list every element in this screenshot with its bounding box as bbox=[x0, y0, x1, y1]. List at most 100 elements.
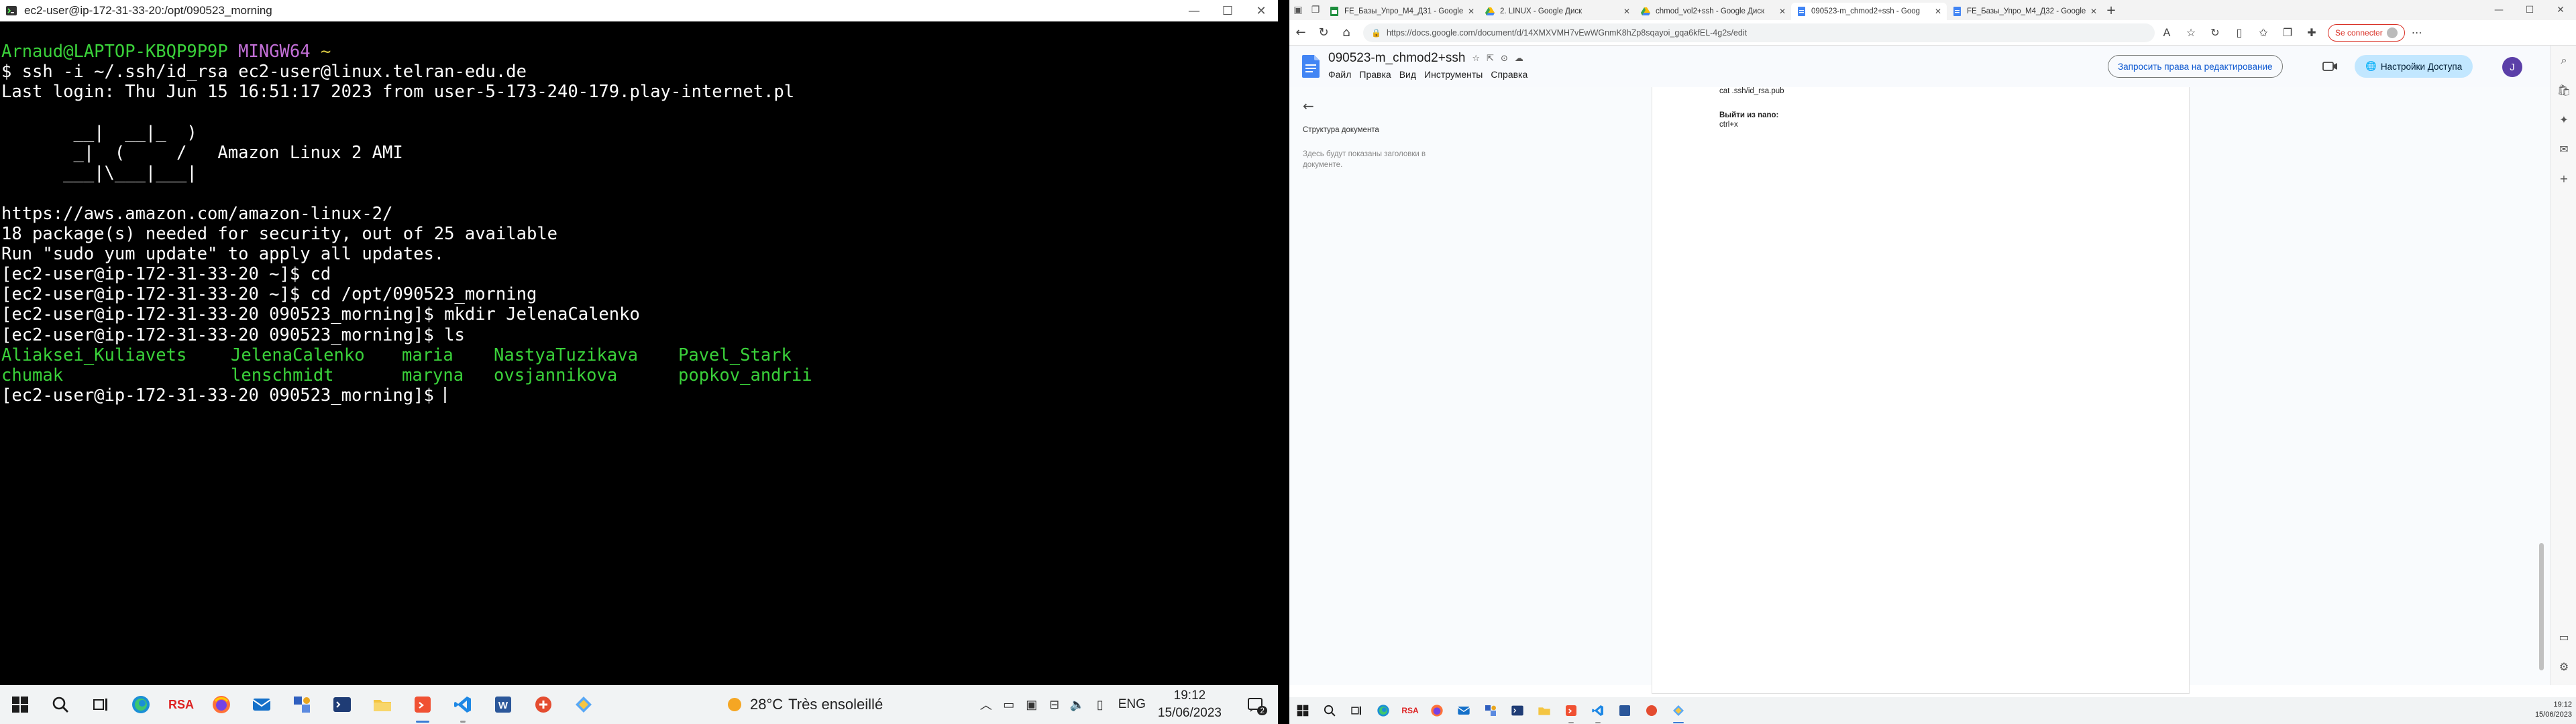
search-icon[interactable]: ⌕ bbox=[2551, 46, 2576, 75]
task-view-button[interactable] bbox=[80, 685, 121, 724]
taskbar-app-vscode[interactable] bbox=[443, 685, 483, 724]
sidebar-layout-icon[interactable]: ▭ bbox=[2551, 622, 2576, 652]
taskbar-app-git-client[interactable] bbox=[523, 685, 564, 724]
start-button[interactable] bbox=[0, 685, 40, 724]
screen-icon[interactable]: ▭ bbox=[998, 685, 1020, 724]
refresh-extension-icon[interactable]: ↻ bbox=[2203, 20, 2227, 46]
taskbar-app-edge[interactable] bbox=[1370, 697, 1397, 724]
clock[interactable]: 19:12 15/06/2023 bbox=[2535, 700, 2572, 720]
taskbar-app-explorer[interactable] bbox=[1531, 697, 1558, 724]
browser-tab[interactable]: chmod_vol2+ssh - Google Диск ✕ bbox=[1635, 3, 1791, 20]
browser-tab-active[interactable]: 090523-m_chmod2+ssh - Goog ✕ bbox=[1791, 3, 1947, 20]
clock[interactable]: 19:12 15/06/2023 bbox=[1158, 687, 1222, 722]
taskbar-app-extra[interactable] bbox=[564, 685, 604, 724]
taskbar-app-terminal[interactable] bbox=[322, 685, 362, 724]
close-icon[interactable]: ✕ bbox=[1623, 7, 1630, 16]
favorite-icon[interactable]: ☆ bbox=[2179, 20, 2203, 46]
menu-edit[interactable]: Правка bbox=[1359, 69, 1391, 80]
taskbar-app-extra[interactable] bbox=[1665, 697, 1692, 724]
cloud-icon[interactable]: ☁ bbox=[1515, 54, 1523, 64]
volume-icon[interactable]: 🔈 bbox=[1066, 685, 1089, 724]
move-icon[interactable]: ⇱ bbox=[1487, 54, 1494, 64]
extensions-icon[interactable]: ✚ bbox=[2300, 20, 2324, 46]
tab-actions-icon[interactable]: ❐ bbox=[1307, 0, 1324, 20]
arrow-left-icon[interactable]: ← bbox=[1303, 98, 1464, 114]
taskbar-app-mail[interactable] bbox=[1450, 697, 1477, 724]
collections-icon[interactable]: ❐ bbox=[2275, 20, 2300, 46]
add-icon[interactable]: + bbox=[2551, 164, 2576, 193]
task-view-button[interactable] bbox=[1343, 697, 1370, 724]
network-icon[interactable]: ⊟ bbox=[1043, 685, 1066, 724]
share-button[interactable]: 🌐 Настройки Доступа bbox=[2355, 55, 2473, 78]
taskbar-app-git-bash[interactable] bbox=[1558, 697, 1585, 724]
weather-widget[interactable]: 28°C Très ensoleillé bbox=[724, 695, 883, 715]
tools-icon[interactable]: ✦ bbox=[2551, 105, 2576, 134]
browser-tab[interactable]: 2. LINUX - Google Диск ✕ bbox=[1480, 3, 1635, 20]
sign-in-button[interactable]: Se connecter bbox=[2328, 23, 2405, 42]
browser-tab[interactable]: FE_Базы_Упро_M4_Д31 - Google ✕ bbox=[1324, 3, 1480, 20]
close-icon[interactable]: ✕ bbox=[1935, 7, 1941, 16]
scrollbar-thumb[interactable] bbox=[2539, 543, 2544, 670]
favorites-icon[interactable]: ✩ bbox=[2251, 20, 2275, 46]
menu-file[interactable]: Файл bbox=[1328, 69, 1351, 80]
close-icon[interactable]: ✕ bbox=[2545, 0, 2576, 20]
scrollbar[interactable] bbox=[2537, 87, 2546, 685]
new-tab-icon[interactable]: + bbox=[2102, 3, 2120, 17]
close-icon[interactable]: ✕ bbox=[1244, 0, 1278, 21]
address-bar[interactable]: 🔒 https://docs.google.com/document/d/14X… bbox=[1363, 23, 2155, 42]
terminal-current-prompt[interactable]: [ec2-user@ip-172-31-33-20 090523_morning… bbox=[1, 385, 1278, 406]
menu-tools[interactable]: Инструменты bbox=[1424, 69, 1483, 80]
home-icon[interactable]: ⌂ bbox=[1335, 20, 1358, 46]
request-edit-button[interactable]: Запросить права на редактирование bbox=[2108, 55, 2283, 78]
maximize-icon[interactable]: ☐ bbox=[2514, 0, 2545, 20]
taskbar-app-terminal[interactable] bbox=[1504, 697, 1531, 724]
taskbar-app-word[interactable] bbox=[1611, 697, 1638, 724]
taskbar-app-edge[interactable] bbox=[121, 685, 161, 724]
docs-logo-icon[interactable] bbox=[1297, 46, 1324, 87]
workspaces-icon[interactable]: ▣ bbox=[1289, 0, 1307, 20]
taskbar-app-firefox[interactable] bbox=[1424, 697, 1450, 724]
search-button[interactable] bbox=[40, 685, 80, 724]
taskbar-app-tool[interactable] bbox=[1477, 697, 1504, 724]
display-icon[interactable]: ▣ bbox=[1020, 685, 1043, 724]
read-aloud-icon[interactable]: A bbox=[2155, 20, 2179, 46]
more-icon[interactable]: ⋯ bbox=[2405, 20, 2429, 46]
close-icon[interactable]: ✕ bbox=[2090, 7, 2097, 16]
taskbar-app-rsa[interactable]: RSA bbox=[1397, 697, 1424, 724]
chevron-up-icon[interactable]: ︿ bbox=[975, 685, 998, 724]
gear-icon[interactable]: ⚙ bbox=[2551, 652, 2576, 681]
search-button[interactable] bbox=[1316, 697, 1343, 724]
refresh-icon[interactable]: ↻ bbox=[1312, 20, 1335, 46]
browser-tab[interactable]: FE_Базы_Упро_M4_Д32 - Google ✕ bbox=[1947, 3, 2102, 20]
minimize-icon[interactable]: — bbox=[1177, 0, 1211, 21]
terminal-titlebar[interactable]: ec2-user@ip-172-31-33-20:/opt/090523_mor… bbox=[0, 0, 1278, 21]
language-indicator[interactable]: ENG bbox=[1118, 697, 1146, 712]
notification-button[interactable]: 2 bbox=[1242, 691, 1269, 718]
taskbar-app-mail[interactable] bbox=[241, 685, 282, 724]
close-icon[interactable]: ✕ bbox=[1468, 7, 1474, 16]
outlook-icon[interactable]: ✉ bbox=[2551, 134, 2576, 164]
start-button[interactable] bbox=[1289, 697, 1316, 724]
taskbar-app-git-client[interactable] bbox=[1638, 697, 1665, 724]
close-icon[interactable]: ✕ bbox=[1779, 7, 1786, 16]
taskbar-app-tool[interactable] bbox=[282, 685, 322, 724]
document-page[interactable]: cat .ssh/id_rsa.pub Выйти из nano: ctrl+… bbox=[1652, 87, 2190, 694]
terminal-output[interactable]: Arnaud@LAPTOP-KBQP9P9P MINGW64 ~ $ ssh -… bbox=[0, 21, 1278, 685]
taskbar-app-git-bash[interactable] bbox=[402, 685, 443, 724]
menu-help[interactable]: Справка bbox=[1491, 69, 1527, 80]
taskbar-app-word[interactable]: W bbox=[483, 685, 523, 724]
taskbar-app-explorer[interactable] bbox=[362, 685, 402, 724]
taskbar-app-vscode[interactable] bbox=[1585, 697, 1611, 724]
taskbar-app-firefox[interactable] bbox=[201, 685, 241, 724]
user-avatar[interactable]: J bbox=[2502, 57, 2522, 77]
document-status-icon[interactable]: ⊙ bbox=[1501, 54, 1508, 64]
taskbar-app-rsa[interactable]: RSA bbox=[161, 685, 201, 724]
doc-title[interactable]: 090523-m_chmod2+ssh bbox=[1328, 51, 1465, 66]
maximize-icon[interactable]: ☐ bbox=[1211, 0, 1244, 21]
minimize-icon[interactable]: — bbox=[2483, 0, 2514, 20]
back-icon[interactable]: ← bbox=[1289, 20, 1312, 46]
shopping-icon[interactable]: 🛍 bbox=[2551, 75, 2576, 105]
battery-icon[interactable]: ▯ bbox=[1089, 685, 1112, 724]
meet-icon[interactable] bbox=[2317, 56, 2344, 76]
star-icon[interactable]: ☆ bbox=[1472, 54, 1480, 64]
